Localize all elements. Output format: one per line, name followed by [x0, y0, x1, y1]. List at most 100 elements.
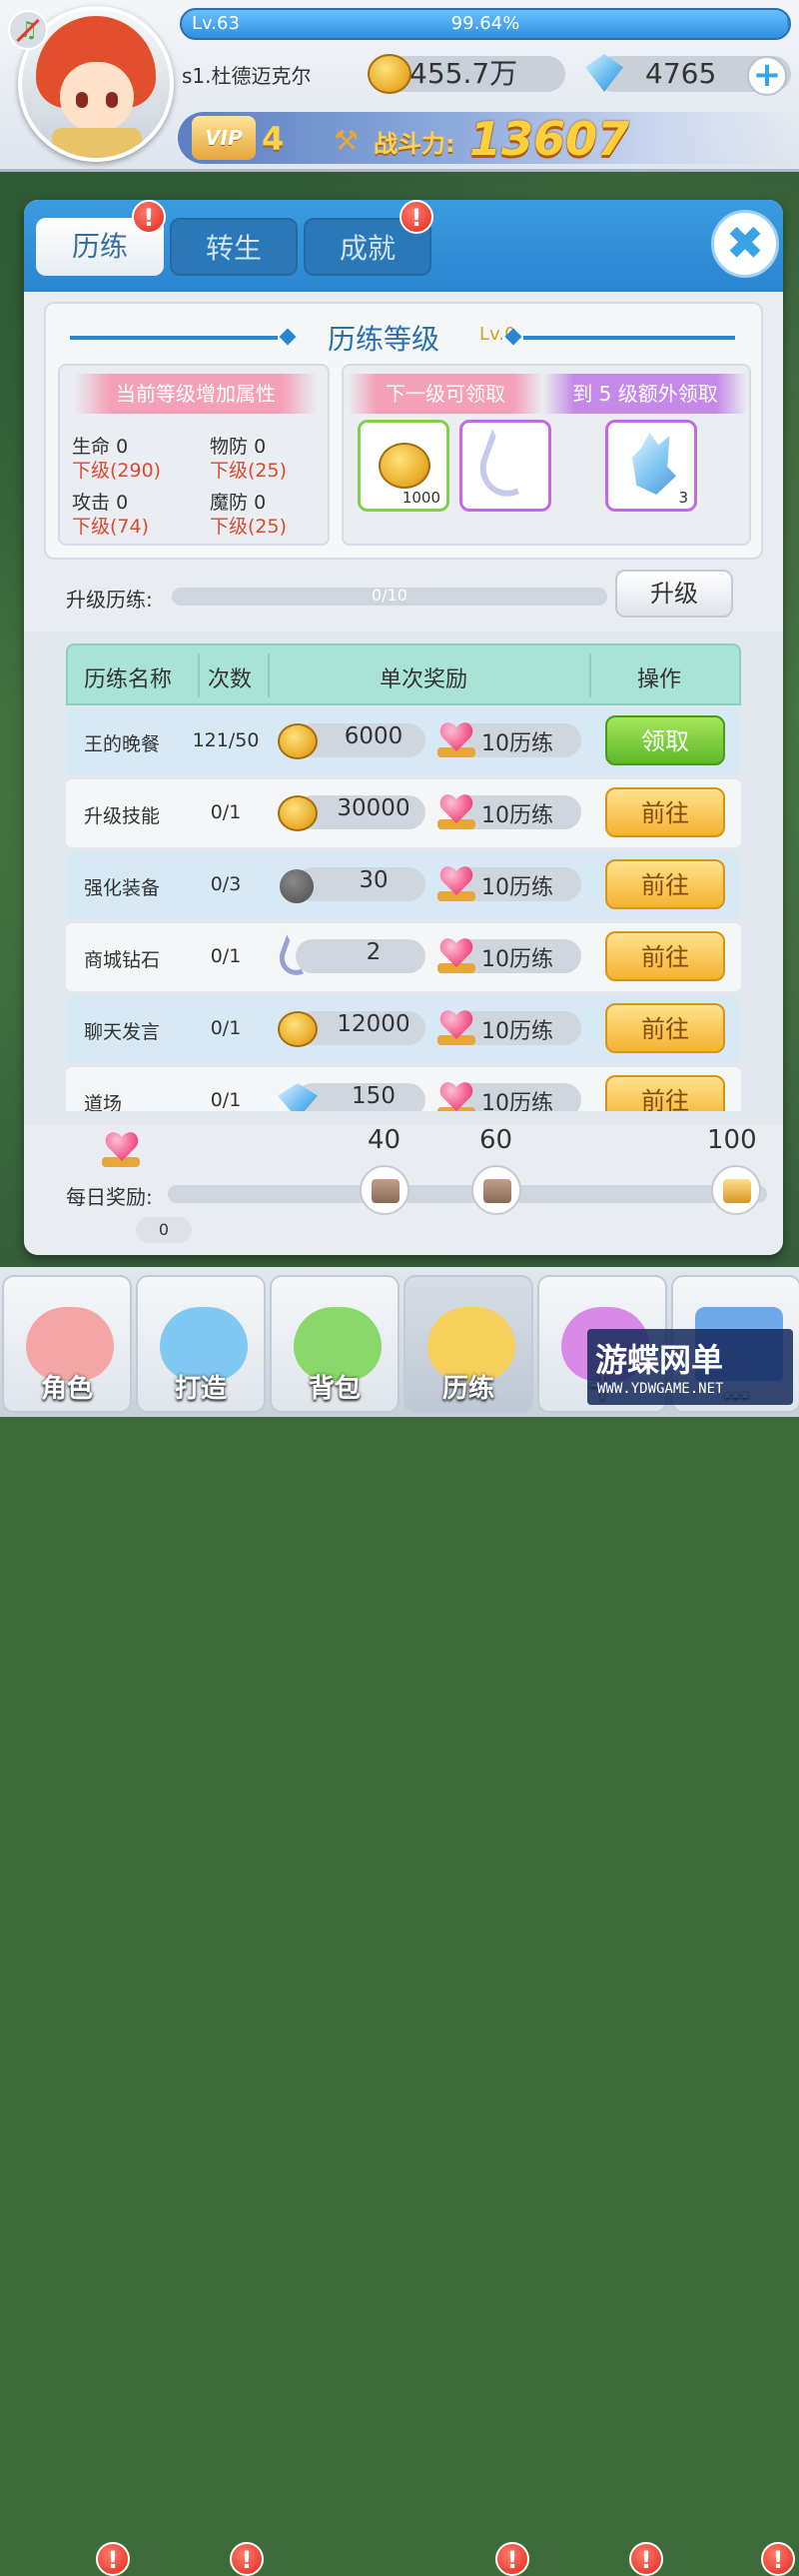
nav-forge-label: 打造: [174, 1374, 227, 1404]
close-icon[interactable]: ✖: [711, 210, 779, 278]
task-count: 0/1: [210, 945, 242, 967]
reward-count: 1000: [401, 489, 440, 507]
go-button[interactable]: 前往: [605, 931, 725, 981]
vip-level: 4: [262, 120, 285, 158]
reward-slot-feather[interactable]: [459, 420, 551, 512]
attr-atk-next: 下级(74): [72, 516, 150, 538]
upgrade-progress-text: 0/10: [372, 586, 407, 605]
chest-60[interactable]: [471, 1165, 521, 1215]
reward-value: 150: [352, 1083, 396, 1109]
coin-icon: [379, 443, 430, 489]
chest-icon: [723, 1179, 751, 1203]
heart-icon: [98, 1127, 148, 1173]
power-value: 13607: [469, 112, 630, 166]
gain-value: 10历练: [481, 803, 553, 828]
chest-100[interactable]: [711, 1165, 761, 1215]
music-note-icon[interactable]: ♫: [8, 10, 48, 50]
reward-slot-crystal[interactable]: 3: [605, 420, 697, 512]
daily-progress-value: 0: [136, 1217, 192, 1243]
next-reward-header: 下一级可领取: [348, 374, 543, 414]
reward-value: 6000: [344, 723, 403, 749]
reward-value: 12000: [337, 1011, 410, 1037]
player-header: ♫ Lv.63 99.64% s1.杜德迈克尔 455.7万 4765 + VI…: [0, 0, 799, 172]
player-name: s1.杜德迈克尔: [182, 64, 312, 88]
training-panel: 历练 ! 转生 成就 ! ✖ 历练等级 Lv.0 当前等级增加属性 生命 0 下…: [24, 200, 783, 1255]
nav-character[interactable]: 角色: [2, 1275, 132, 1413]
avatar-collar: [52, 128, 142, 158]
vip-badge[interactable]: VIP: [192, 116, 256, 160]
training-level-title: 历练等级: [328, 323, 440, 356]
attr-mdef-next: 下级(25): [210, 516, 288, 538]
nav-training-label: 历练: [441, 1374, 494, 1404]
attr-mdef-name: 魔防: [210, 492, 249, 514]
crystal-icon: [632, 433, 676, 495]
alert-badge: !: [132, 200, 166, 234]
nav-character-label: 角色: [40, 1374, 93, 1404]
watermark-logo: 游蝶网单 WWW.YDWGAME.NET: [587, 1329, 793, 1405]
upgrade-button[interactable]: 升级: [615, 570, 733, 618]
reward-slot-gold[interactable]: 1000: [358, 420, 449, 512]
task-count: 0/1: [210, 1017, 242, 1039]
table-row: 商城钻石 0/1 2 10历练 前往: [66, 923, 741, 991]
title-divider-left: [70, 336, 278, 340]
task-name: 强化装备: [84, 877, 161, 899]
column-divider: [268, 653, 270, 697]
daily-progress-bar: [168, 1185, 767, 1203]
nav-forge[interactable]: 打造: [136, 1275, 266, 1413]
go-button[interactable]: 前往: [605, 1003, 725, 1053]
task-name: 升级技能: [84, 805, 161, 827]
table-row: 道场 0/1 150 10历练 前往: [66, 1067, 741, 1111]
task-name: 聊天发言: [84, 1021, 161, 1043]
nav-bag[interactable]: 背包: [270, 1275, 400, 1413]
nav-bag-label: 背包: [308, 1374, 361, 1404]
task-name: 商城钻石: [84, 949, 161, 971]
claim-button[interactable]: 领取: [605, 715, 725, 765]
attr-atk-value: 0: [116, 492, 129, 514]
chest-40[interactable]: [360, 1165, 409, 1215]
col-count: 次数: [208, 667, 253, 692]
tab-rebirth[interactable]: 转生: [170, 218, 298, 276]
task-count: 0/1: [210, 1089, 242, 1111]
exp-percent: 99.64%: [450, 13, 520, 34]
upgrade-progress-bar: 0/10: [172, 586, 607, 606]
task-table-header: 历练名称 次数 单次奖励 操作: [66, 644, 741, 705]
gain-value: 10历练: [481, 1091, 553, 1111]
attr-pdef: 物防 0: [210, 432, 266, 459]
heart-icon: [433, 789, 479, 833]
go-button[interactable]: 前往: [605, 787, 725, 837]
plus-icon[interactable]: +: [747, 56, 787, 96]
task-count: 0/3: [210, 873, 242, 895]
coin-icon: [368, 54, 411, 94]
gain-value: 10历练: [481, 947, 553, 972]
task-name: 王的晚餐: [84, 733, 161, 755]
column-divider: [589, 653, 591, 697]
go-button[interactable]: 前往: [605, 1075, 725, 1111]
nav-training[interactable]: 历练: [403, 1275, 533, 1413]
attr-hp: 生命 0: [72, 432, 128, 459]
gain-value: 10历练: [481, 875, 553, 900]
tab-rebirth-label: 转生: [205, 232, 262, 265]
attr-header: 当前等级增加属性: [74, 374, 318, 414]
task-list[interactable]: 王的晚餐 121/50 6000 10历练 领取 升级技能 0/1 30000 …: [66, 707, 741, 1111]
daily-reward-label: 每日奖励:: [66, 1185, 153, 1209]
watermark-url: WWW.YDWGAME.NET: [597, 1381, 724, 1397]
upgrade-label: 升级历练:: [66, 588, 153, 612]
title-divider-right: [523, 336, 735, 340]
heart-icon: [433, 933, 479, 977]
milestone-60-label: 60: [479, 1125, 513, 1155]
attr-pdef-next: 下级(25): [210, 460, 288, 482]
extra-reward-header: 到 5 级额外领取: [543, 374, 747, 414]
table-row: 聊天发言 0/1 12000 10历练 前往: [66, 995, 741, 1063]
power-label: 战斗力:: [374, 130, 455, 158]
tab-achievement-label: 成就: [339, 232, 396, 265]
feather-icon: [471, 429, 545, 505]
go-button[interactable]: 前往: [605, 859, 725, 909]
chest-icon: [372, 1179, 400, 1203]
col-task-name: 历练名称: [84, 667, 173, 692]
chest-icon: [483, 1179, 511, 1203]
avatar-eye-right: [106, 92, 118, 108]
crossed-swords-icon: ⚒: [334, 124, 360, 157]
avatar-eye-left: [76, 92, 88, 108]
reward-value: 2: [366, 939, 382, 965]
gold-amount: 455.7万: [409, 57, 518, 90]
